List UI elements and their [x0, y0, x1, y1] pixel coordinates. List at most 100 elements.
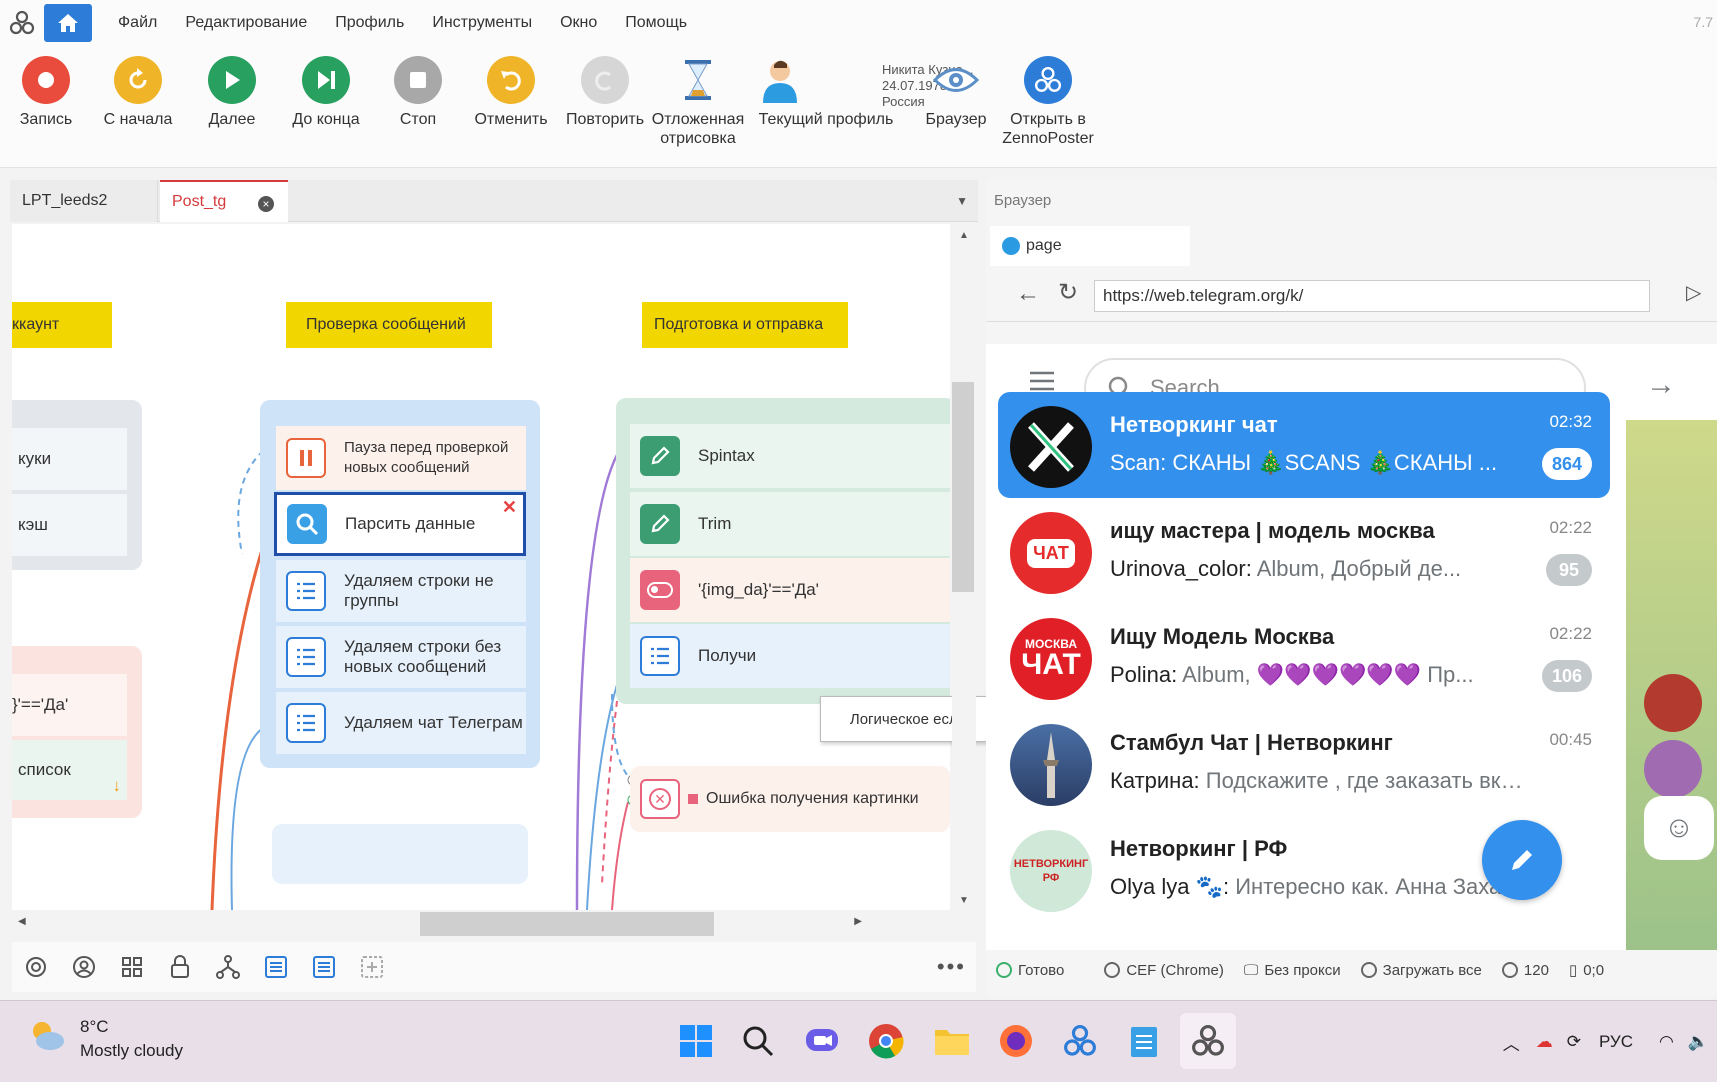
tab-lpt-leeds2[interactable]: LPT_leeds2 — [10, 180, 158, 222]
node-delete-chat[interactable]: Удаляем чат Телеграм — [276, 692, 526, 754]
menu-help[interactable]: Помощь — [611, 14, 701, 32]
node-get[interactable]: Получи — [630, 624, 950, 688]
menu-edit[interactable]: Редактирование — [171, 14, 321, 32]
node-condition-left[interactable]: }'=='Да' — [12, 674, 127, 736]
stop-button[interactable]: Стоп — [370, 56, 466, 129]
chat-message: Urinova_color: Album, Добрый де... — [1110, 556, 1530, 582]
chat-item[interactable]: ЧАТ ищу мастера | модель москва 02:22 Ur… — [998, 498, 1610, 604]
to-end-button[interactable]: До конца — [278, 56, 374, 129]
node-trim[interactable]: Trim — [630, 492, 950, 556]
node-condition-left-label: }'=='Да' — [12, 695, 69, 714]
error-icon: ✕ — [640, 779, 680, 819]
windows-start-icon[interactable] — [672, 1017, 720, 1065]
url-input[interactable]: https://web.telegram.org/k/ — [1094, 280, 1650, 312]
redo-icon — [581, 56, 629, 104]
zennoposter-icon[interactable] — [1056, 1017, 1104, 1065]
chat-avatar — [1010, 406, 1092, 488]
scroll-down-icon[interactable]: ▼ — [952, 895, 976, 906]
project-canvas[interactable]: ккаунт Проверка сообщений Подготовка и о… — [12, 224, 950, 910]
node-cache[interactable]: кэш — [12, 494, 127, 556]
language-indicator[interactable]: РУС — [1599, 1032, 1633, 1052]
chevron-up-icon[interactable]: ︿ — [1503, 1030, 1520, 1055]
chat-item[interactable]: Стамбул Чат | Нетворкинг 00:45 Катрина: … — [998, 710, 1610, 816]
current-profile-button[interactable]: Текущий профиль — [756, 56, 896, 129]
menu-file[interactable]: Файл — [104, 14, 171, 32]
node-condition-img[interactable]: '{img_da}'=='Да' — [630, 558, 950, 622]
open-in-label2: ZennoPoster — [1002, 130, 1094, 147]
chrome-icon[interactable] — [862, 1017, 910, 1065]
hierarchy-icon[interactable] — [204, 942, 252, 992]
close-icon[interactable]: × — [258, 196, 274, 212]
status-load[interactable]: Загружать все — [1360, 962, 1482, 979]
chat-item[interactable]: Нетворкинг чат 02:32 Scan: СКАНЫ 🎄SCANS … — [998, 392, 1610, 498]
browser-button[interactable]: Браузер — [908, 56, 1004, 129]
status-proxy[interactable]: 🖵 Без прокси — [1244, 962, 1341, 979]
group-label-account[interactable]: ккаунт — [12, 302, 112, 348]
next-button[interactable]: Далее — [184, 56, 280, 129]
weather-widget[interactable]: 8°C Mostly cloudy — [26, 1015, 183, 1063]
forward-arrow-icon[interactable]: → — [1646, 368, 1676, 402]
menu-window[interactable]: Окно — [546, 14, 611, 32]
node-list[interactable]: список ↓ — [12, 740, 127, 800]
lock-icon[interactable] — [156, 942, 204, 992]
deferred-render-label1: Отложенная — [651, 111, 745, 128]
horizontal-scroll-thumb[interactable] — [420, 912, 714, 936]
undo-button[interactable]: Отменить — [463, 56, 559, 129]
home-button[interactable] — [44, 4, 92, 42]
back-arrow-icon[interactable]: ← — [1016, 280, 1040, 308]
group-label-prepare-send[interactable]: Подготовка и отправка — [642, 302, 848, 348]
tab-post-tg[interactable]: Post_tg × — [160, 180, 288, 222]
list-blue-icon[interactable] — [252, 942, 300, 992]
chat-time: 00:45 — [1549, 730, 1592, 749]
browser-tab-page[interactable]: page — [990, 226, 1190, 266]
sync-icon[interactable]: ⟳ — [1567, 1032, 1581, 1052]
onedrive-error-icon[interactable]: ☁ — [1536, 1032, 1553, 1052]
zennoposter-active-icon[interactable] — [1180, 1013, 1236, 1069]
record-button[interactable]: Запись — [0, 56, 94, 129]
open-in-zennoposter-button[interactable]: Открыть в ZennoPoster — [1000, 56, 1096, 148]
deferred-render-button[interactable]: Отложенная отрисовка — [650, 56, 746, 148]
vertical-scroll-thumb[interactable] — [952, 382, 974, 592]
menu-tools[interactable]: Инструменты — [418, 14, 546, 32]
chat-item[interactable]: МОСКВА ЧАТ Ищу Модель Москва 02:22 Polin… — [998, 604, 1610, 710]
file-explorer-icon[interactable] — [928, 1017, 976, 1065]
reload-icon[interactable]: ↻ — [1058, 278, 1078, 307]
wifi-icon[interactable]: ◠ — [1659, 1032, 1674, 1052]
scroll-right-icon[interactable]: ▶ — [854, 916, 862, 927]
notepad-icon[interactable] — [1120, 1017, 1168, 1065]
user-icon — [756, 56, 804, 104]
restart-button[interactable]: С начала — [90, 56, 186, 129]
settings-icon[interactable] — [12, 942, 60, 992]
node-image-error[interactable]: ✕ Ошибка получения картинки — [630, 766, 950, 832]
go-arrow-icon[interactable]: ▷ — [1686, 280, 1701, 305]
grid-icon[interactable] — [108, 942, 156, 992]
delete-node-icon[interactable]: ✕ — [502, 497, 517, 517]
redo-button[interactable]: Повторить — [557, 56, 653, 129]
block-partial-lower[interactable] — [272, 824, 528, 884]
node-cookies[interactable]: куки — [12, 428, 127, 490]
group-label-check-messages[interactable]: Проверка сообщений — [286, 302, 492, 348]
scroll-left-icon[interactable]: ◀ — [18, 916, 26, 927]
user-circle-icon[interactable] — [60, 942, 108, 992]
node-spintax[interactable]: Spintax — [630, 424, 950, 488]
firefox-icon[interactable] — [992, 1017, 1040, 1065]
emoji-icon[interactable]: ☺ — [1644, 796, 1714, 860]
chevron-down-icon[interactable]: ▼ — [956, 194, 968, 208]
node-parse-data-label: Парсить данные — [345, 514, 476, 533]
node-delete-no-new[interactable]: Удаляем строки без новых сообщений — [276, 626, 526, 688]
volume-icon[interactable]: 🔈 — [1688, 1032, 1709, 1052]
more-icon[interactable]: ••• — [937, 954, 966, 980]
list-blue-icon-2[interactable] — [300, 942, 348, 992]
node-delete-not-groups[interactable]: Удаляем строки не группы — [276, 560, 526, 622]
chat-app-icon[interactable] — [798, 1017, 846, 1065]
search-icon[interactable] — [734, 1017, 782, 1065]
chat-name: ищу мастера | модель москва — [1110, 518, 1435, 543]
status-timeout[interactable]: 120 — [1501, 962, 1549, 979]
compose-button[interactable] — [1482, 820, 1562, 900]
node-parse-data[interactable]: Парсить данные ✕ — [274, 492, 526, 556]
scroll-up-icon[interactable]: ▲ — [952, 230, 976, 241]
chat-time: 02:32 — [1549, 412, 1592, 431]
add-block-icon[interactable] — [348, 942, 396, 992]
menu-profile[interactable]: Профиль — [321, 14, 418, 32]
node-pause-before-check[interactable]: Пауза перед проверкой новых сообщений — [276, 426, 526, 490]
